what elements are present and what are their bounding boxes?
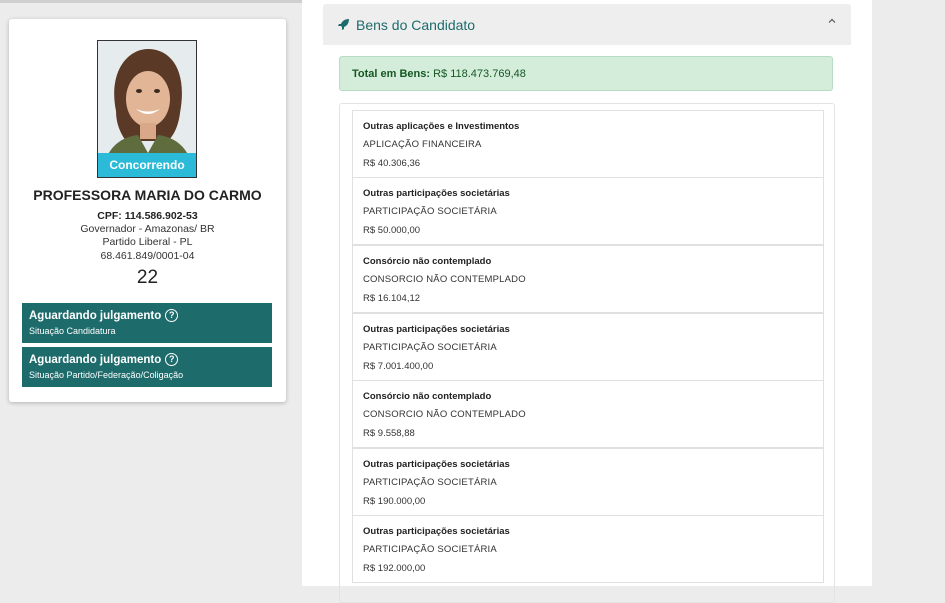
chevron-up-icon[interactable]	[827, 16, 837, 26]
asset-type: Outras participações societárias	[363, 526, 510, 537]
asset-description: PARTICIPAÇÃO SOCIETÁRIA	[363, 206, 497, 217]
list-item: Outras participações societárias PARTICI…	[352, 515, 824, 583]
candidate-card: Concorrendo PROFESSORA MARIA DO CARMO CP…	[9, 19, 286, 402]
asset-value: R$ 192.000,00	[363, 563, 426, 574]
assets-list: Outras aplicações e Investimentos APLICA…	[339, 103, 835, 603]
assets-section-title: Bens do Candidato	[356, 17, 476, 33]
asset-description: PARTICIPAÇÃO SOCIETÁRIA	[363, 477, 497, 488]
situation-subtitle: Situação Partido/Federação/Coligação	[29, 370, 184, 380]
asset-value: R$ 16.104,12	[363, 293, 421, 304]
asset-value: R$ 7.001.400,00	[363, 361, 434, 372]
candidate-office: Governador - Amazonas/ BR	[80, 223, 215, 235]
asset-type: Consórcio não contemplado	[363, 391, 492, 402]
asset-value: R$ 9.558,88	[363, 428, 415, 439]
asset-description: APLICAÇÃO FINANCEIRA	[363, 139, 482, 150]
candidate-cnpj: 68.461.849/0001-04	[100, 250, 195, 262]
assets-total-label: Total em Bens:	[352, 68, 431, 80]
status-badge: Concorrendo	[98, 153, 196, 177]
asset-value: R$ 50.000,00	[363, 225, 421, 236]
situation-title: Aguardando julgamento	[29, 353, 162, 366]
asset-description: CONSORCIO NÃO CONTEMPLADO	[363, 409, 526, 420]
asset-description: PARTICIPAÇÃO SOCIETÁRIA	[363, 342, 497, 353]
asset-value: R$ 40.306,36	[363, 158, 421, 169]
list-item: Outras aplicações e Investimentos APLICA…	[352, 110, 824, 178]
situation-title: Aguardando julgamento	[29, 309, 162, 322]
candidate-party: Partido Liberal - PL	[102, 236, 193, 248]
asset-type: Outras aplicações e Investimentos	[363, 121, 520, 132]
asset-description: PARTICIPAÇÃO SOCIETÁRIA	[363, 544, 497, 555]
rocket-icon	[338, 19, 349, 30]
asset-type: Outras participações societárias	[363, 188, 510, 199]
candidate-name: PROFESSORA MARIA DO CARMO	[33, 187, 262, 203]
question-circle-icon[interactable]: ?	[165, 309, 179, 322]
candidate-photo: Concorrendo	[97, 40, 197, 178]
list-item: Consórcio não contemplado CONSORCIO NÃO …	[352, 380, 824, 448]
assets-total: Total em Bens: R$ 118.473.769,48	[339, 56, 833, 91]
asset-value: R$ 190.000,00	[363, 496, 426, 507]
list-item: Outras participações societárias PARTICI…	[352, 448, 824, 516]
list-item: Outras participações societárias PARTICI…	[352, 177, 824, 245]
situation-subtitle: Situação Candidatura	[29, 326, 116, 336]
situation-party: Aguardando julgamento ? Situação Partido…	[22, 347, 272, 387]
candidate-number: 22	[136, 267, 159, 288]
asset-type: Outras participações societárias	[363, 459, 510, 470]
list-item: Outras participações societárias PARTICI…	[352, 313, 824, 381]
asset-type: Consórcio não contemplado	[363, 256, 492, 267]
question-circle-icon[interactable]: ?	[165, 353, 179, 366]
asset-description: CONSORCIO NÃO CONTEMPLADO	[363, 274, 526, 285]
assets-accordion-header[interactable]: Bens do Candidato	[323, 4, 851, 45]
assets-total-value: R$ 118.473.769,48	[433, 68, 526, 80]
list-item: Consórcio não contemplado CONSORCIO NÃO …	[352, 245, 824, 313]
page-background-right	[872, 0, 945, 586]
situation-candidacy: Aguardando julgamento ? Situação Candida…	[22, 303, 272, 343]
asset-type: Outras participações societárias	[363, 324, 510, 335]
assets-panel: Bens do Candidato Total em Bens: R$ 118.…	[302, 0, 872, 603]
candidate-cpf: CPF: 114.586.902-53	[97, 210, 198, 222]
